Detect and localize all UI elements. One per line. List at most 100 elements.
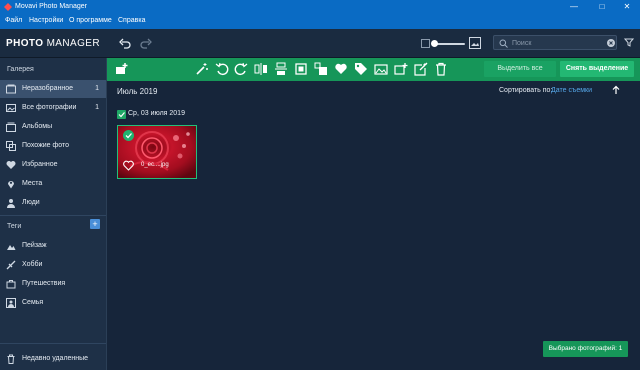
heart-icon bbox=[6, 161, 16, 169]
sidebar-tag-landscape[interactable]: Пейзаж bbox=[0, 237, 106, 255]
sidebar-item-label: Места bbox=[22, 180, 43, 187]
people-icon bbox=[7, 199, 15, 208]
rotate-right-button[interactable] bbox=[234, 62, 248, 76]
deselect-button[interactable]: Снять выделение bbox=[560, 61, 634, 77]
sidebar-item-favorites[interactable]: Избранное bbox=[0, 156, 106, 174]
tag-button[interactable] bbox=[354, 62, 368, 76]
sidebar-item-count: 1 bbox=[95, 104, 99, 111]
album-icon bbox=[374, 64, 388, 75]
menu-help[interactable]: Справка bbox=[118, 17, 145, 24]
maximize-button[interactable]: □ bbox=[589, 0, 615, 14]
resize-button[interactable] bbox=[314, 62, 328, 76]
sidebar-item-similar[interactable]: Похожие фото bbox=[0, 137, 106, 155]
check-icon bbox=[118, 112, 125, 118]
zoom-slider-track[interactable] bbox=[435, 43, 465, 45]
delete-icon bbox=[436, 62, 446, 76]
sidebar-item-unsorted[interactable]: Неразобранное 1 bbox=[0, 80, 106, 98]
sidebar: Галерея Неразобранное 1 Все фотографии 1… bbox=[0, 58, 107, 370]
menu-about[interactable]: О программе bbox=[69, 17, 112, 24]
tag-icon bbox=[6, 280, 16, 289]
redo-icon[interactable] bbox=[139, 36, 153, 50]
flip-horizontal-button[interactable] bbox=[254, 62, 268, 76]
search-box[interactable] bbox=[493, 35, 617, 50]
sidebar-item-label: Неразобранное bbox=[22, 85, 73, 92]
selected-count-badge[interactable]: Выбрано фотографий: 1 bbox=[543, 341, 628, 357]
favorite-button[interactable] bbox=[334, 62, 348, 76]
magic-wand-icon bbox=[196, 63, 208, 75]
sidebar-tag-travel[interactable]: Путешествия bbox=[0, 275, 106, 293]
sidebar-tag-hobby[interactable]: Хобби bbox=[0, 256, 106, 274]
sidebar-item-places[interactable]: Места bbox=[0, 175, 106, 193]
sort-label: Сортировать по: bbox=[499, 87, 553, 94]
sidebar-item-all-photos[interactable]: Все фотографии 1 bbox=[0, 99, 106, 117]
sidebar-item-people[interactable]: Люди bbox=[0, 194, 106, 212]
crop-icon bbox=[295, 63, 307, 75]
add-tag-button[interactable]: + bbox=[90, 219, 100, 229]
similar-icon bbox=[6, 141, 16, 151]
sort-by-dropdown[interactable]: Дате съемки bbox=[551, 87, 592, 94]
sidebar-item-label: Люди bbox=[22, 199, 40, 206]
small-thumb-icon[interactable] bbox=[421, 39, 430, 48]
photo-filename: 0_ec....jpg bbox=[141, 162, 169, 168]
sidebar-item-label: Недавно удаленные bbox=[22, 355, 89, 362]
menu-settings[interactable]: Настройки bbox=[29, 17, 63, 24]
close-button[interactable]: ✕ bbox=[614, 0, 640, 14]
sidebar-divider bbox=[0, 343, 106, 344]
rotate-left-icon bbox=[215, 62, 229, 76]
minimize-button[interactable]: — bbox=[561, 0, 587, 14]
sidebar-item-label: Избранное bbox=[22, 161, 58, 168]
add-to-album-icon bbox=[394, 63, 408, 75]
sort-direction-icon[interactable] bbox=[611, 85, 621, 95]
sidebar-item-label: Похожие фото bbox=[22, 142, 70, 149]
tag-icon bbox=[6, 298, 16, 308]
sidebar-tag-label: Хобби bbox=[22, 261, 43, 268]
flip-vertical-icon bbox=[275, 62, 287, 75]
add-photos-button[interactable] bbox=[115, 62, 129, 76]
sidebar-item-recently-deleted[interactable]: Недавно удаленные bbox=[0, 350, 106, 368]
search-icon bbox=[499, 39, 508, 48]
trash-icon bbox=[7, 354, 15, 364]
search-input[interactable] bbox=[512, 38, 596, 48]
sidebar-item-label: Альбомы bbox=[22, 123, 53, 130]
gallery-heading: Галерея bbox=[7, 66, 34, 73]
tag-icon bbox=[355, 63, 367, 75]
menu-bar: Файл Настройки О программе Справка bbox=[0, 14, 640, 29]
menu-file[interactable]: Файл bbox=[5, 17, 22, 24]
rotate-left-button[interactable] bbox=[215, 62, 229, 76]
album-button[interactable] bbox=[374, 62, 388, 76]
share-icon bbox=[414, 62, 428, 76]
month-heading: Июль 2019 bbox=[117, 87, 158, 96]
sidebar-item-albums[interactable]: Альбомы bbox=[0, 118, 106, 136]
sidebar-tag-label: Семья bbox=[22, 299, 44, 306]
clear-search-icon[interactable] bbox=[607, 39, 615, 47]
sidebar-tag-family[interactable]: Семья bbox=[0, 294, 106, 312]
tag-icon bbox=[7, 245, 16, 250]
crop-button[interactable] bbox=[294, 62, 308, 76]
add-to-album-button[interactable] bbox=[394, 62, 408, 76]
auto-enhance-button[interactable] bbox=[195, 62, 209, 76]
large-thumb-icon[interactable] bbox=[469, 37, 481, 49]
zoom-slider-handle[interactable] bbox=[431, 40, 438, 47]
photos-icon bbox=[6, 104, 16, 112]
selected-check-icon[interactable] bbox=[123, 130, 134, 141]
day-select-checkbox[interactable] bbox=[117, 110, 126, 119]
flip-vertical-button[interactable] bbox=[274, 62, 288, 76]
add-photos-icon bbox=[116, 63, 128, 74]
delete-button[interactable] bbox=[434, 62, 448, 76]
flip-horizontal-icon bbox=[254, 63, 267, 75]
favorite-heart-icon[interactable] bbox=[123, 160, 134, 171]
title-bar: Movavi Photo Manager — □ ✕ bbox=[0, 0, 640, 14]
sidebar-item-count: 1 bbox=[95, 85, 99, 92]
rotate-right-icon bbox=[234, 62, 248, 76]
window-title: Movavi Photo Manager bbox=[15, 3, 87, 10]
sidebar-tag-label: Пейзаж bbox=[22, 242, 47, 249]
resize-icon bbox=[314, 62, 327, 75]
day-heading: Ср, 03 июля 2019 bbox=[128, 110, 185, 117]
sidebar-divider bbox=[0, 215, 106, 216]
app-logo-icon bbox=[4, 3, 12, 11]
filter-icon[interactable] bbox=[624, 37, 634, 47]
select-all-button[interactable]: Выделить все bbox=[484, 61, 556, 77]
share-button[interactable] bbox=[414, 62, 428, 76]
undo-icon[interactable] bbox=[118, 36, 132, 50]
favorite-icon bbox=[335, 63, 347, 74]
